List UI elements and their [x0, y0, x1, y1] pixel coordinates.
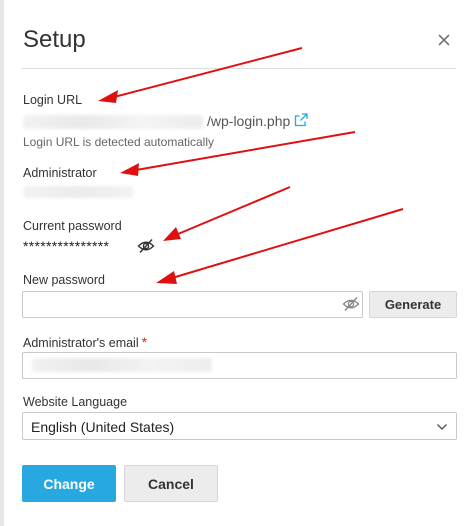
required-marker: * — [141, 334, 148, 350]
new-password-label: New password — [23, 273, 105, 287]
login-url-hint: Login URL is detected automatically — [23, 135, 214, 149]
language-label: Website Language — [23, 395, 128, 409]
dialog-left-edge — [0, 0, 4, 526]
email-label-text: Administrator's email — [23, 336, 139, 350]
language-selected-value: English (United States) — [31, 419, 175, 435]
login-url-label: Login URL — [23, 93, 83, 107]
close-icon — [438, 34, 450, 46]
setup-dialog: Setup Login URL /wp-login.php Login URL … — [0, 0, 474, 526]
current-password-value: *************** — [23, 238, 110, 254]
current-password-label: Current password — [23, 219, 122, 233]
redacted-domain — [23, 115, 203, 130]
title-divider — [22, 68, 456, 69]
annotation-arrow-current-password — [163, 186, 291, 241]
login-url-path: /wp-login.php — [207, 113, 291, 129]
redacted-administrator — [23, 186, 133, 198]
chevron-down-icon — [437, 424, 447, 430]
annotation-arrow-login-url — [98, 47, 303, 103]
generate-button[interactable]: Generate — [369, 291, 457, 318]
login-url-link[interactable]: /wp-login.php — [23, 113, 308, 130]
change-button[interactable]: Change — [22, 465, 116, 502]
eye-slash-icon[interactable] — [137, 238, 155, 254]
external-link-icon[interactable] — [294, 113, 308, 127]
dialog-title: Setup — [23, 26, 86, 53]
language-select[interactable]: English (United States) — [22, 412, 457, 440]
administrator-label: Administrator — [23, 166, 97, 180]
cancel-button[interactable]: Cancel — [124, 465, 218, 502]
redacted-email — [32, 358, 212, 372]
new-password-input[interactable] — [23, 292, 362, 317]
annotation-arrows — [98, 47, 404, 284]
annotation-arrow-new-password — [156, 208, 404, 284]
new-password-field[interactable] — [22, 291, 363, 318]
email-label: Administrator's email * — [23, 334, 147, 350]
eye-slash-icon[interactable] — [342, 296, 360, 312]
close-button[interactable] — [432, 28, 456, 52]
